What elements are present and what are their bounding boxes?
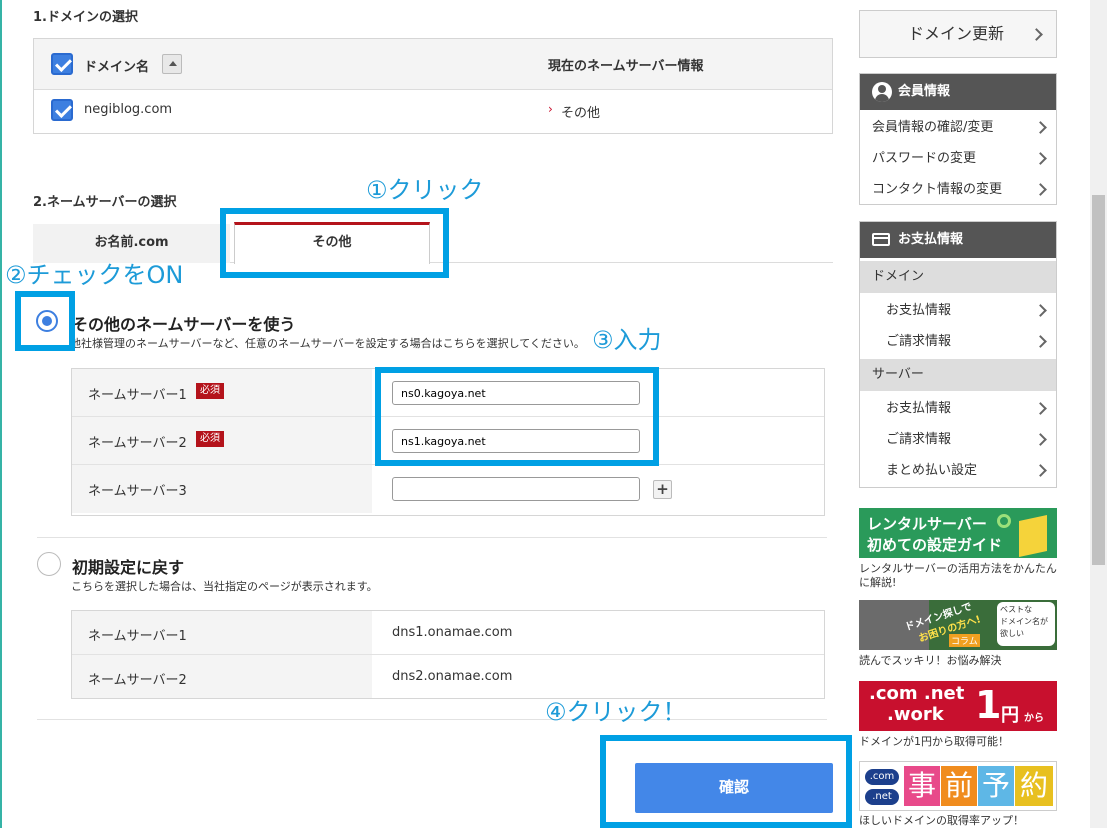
chevron-right-icon [1034,304,1047,317]
renew-label: ドメイン更新 [908,24,1005,43]
banner-caption-4: ほしいドメインの取得率アップ！ [859,814,1024,827]
chevron-right-icon [1034,152,1047,165]
chevron-right-icon [1034,433,1047,446]
chevron-right-icon [1034,335,1047,348]
default-ns2-value: dns2.onamae.com [392,669,513,684]
required-badge: 必須 [196,383,224,399]
add-ns-button[interactable]: + [653,480,672,499]
user-icon [872,82,892,102]
domain-section-title: 1.ドメインの選択 [33,10,138,25]
select-all-checkbox[interactable] [51,53,73,75]
pay-cat-domain: ドメイン [860,261,1056,293]
sort-button[interactable] [162,54,182,74]
domain-row-ns[interactable]: その他 [561,102,600,121]
annotation-4: ④クリック！ [545,698,687,726]
chevron-right-icon [1034,464,1047,477]
ns3-label: ネームサーバー3 [88,484,187,499]
member-header: 会員情報 [860,74,1056,110]
chevron-right-icon [1034,402,1047,415]
banner-caption-1: レンタルサーバーの活用方法をかんたんに解説! [859,562,1057,589]
divider [37,719,827,720]
chevron-right-icon [1034,121,1047,134]
row-arrow-icon: › [548,102,553,116]
annotation-2: ②チェックをON [5,261,184,289]
default-ns-table: ネームサーバー1 dns1.onamae.com ネームサーバー2 dns2.o… [71,610,825,699]
ns1-label: ネームサーバー1 [88,388,187,403]
ns-row-3: ネームサーバー3 + [72,465,824,513]
card-icon [872,233,890,246]
page: 1.ドメインの選択 ドメイン名 現在のネームサーバー情報 negiblog.co… [0,0,1107,828]
member-item-info[interactable]: 会員情報の確認/変更 [860,112,1056,143]
default-ns-row-1: ネームサーバー1 dns1.onamae.com [72,611,824,655]
payment-box: お支払情報 ドメイン お支払情報 ご請求情報 サーバー お支払情報 ご請求情報 … [859,221,1057,488]
server-billing-info[interactable]: ご請求情報 [860,424,1056,455]
server-pay-info[interactable]: お支払情報 [860,393,1056,424]
highlight-radio [15,291,75,351]
col-domain-name: ドメイン名 [84,60,150,75]
domain-renew-button[interactable]: ドメイン更新 [859,10,1057,58]
option-other-title[interactable]: その他のネームサーバーを使う [72,311,295,335]
highlight-tab [220,208,449,278]
gear-icon [997,514,1011,528]
highlight-inputs [375,367,659,466]
domain-pay-info[interactable]: お支払情報 [860,295,1056,326]
banner-server-guide[interactable]: レンタルサーバー 初めての設定ガイド [859,508,1057,558]
banner-1yen[interactable]: .com .net .work 1 円 から [859,681,1057,731]
member-item-password[interactable]: パスワードの変更 [860,143,1056,174]
note-bubble: ベストな ドメイン名が 欲しい [997,602,1055,646]
scrollbar-thumb[interactable] [1092,195,1105,565]
chevron-right-icon [1034,183,1047,196]
domain-row-name: negiblog.com [84,102,173,117]
option-default-title[interactable]: 初期設定に戻す [72,554,184,578]
banner-preorder[interactable]: .com .net 事 前 予 約 [859,761,1057,811]
domain-row-checkbox[interactable] [51,99,73,121]
required-badge: 必須 [196,431,224,447]
option-default-desc: こちらを選択した場合は、当社指定のページが表示されます。 [71,580,378,593]
server-bulk-pay[interactable]: まとめ払い設定 [860,455,1056,486]
default-ns1-value: dns1.onamae.com [392,625,513,640]
domain-billing-info[interactable]: ご請求情報 [860,326,1056,357]
banner-caption-3: ドメインが1円から取得可能！ [859,735,1009,748]
divider [37,537,827,538]
banner-caption-2: 読んでスッキリ！お悩み解決 [859,654,1002,667]
ns2-label: ネームサーバー2 [88,436,187,451]
default-ns1-label: ネームサーバー1 [88,629,187,644]
domain-table: ドメイン名 現在のネームサーバー情報 negiblog.com › その他 [33,38,833,134]
member-item-contact[interactable]: コンタクト情報の変更 [860,174,1056,205]
annotation-3: ③入力 [592,326,662,354]
member-box: 会員情報 会員情報の確認/変更 パスワードの変更 コンタクト情報の変更 [859,73,1057,205]
ns3-input[interactable] [392,477,640,501]
beginner-mark-icon [1019,515,1047,557]
default-ns-row-2: ネームサーバー2 dns2.onamae.com [72,655,824,698]
pay-cat-server: サーバー [860,359,1056,391]
chevron-right-icon [1030,28,1043,41]
ns-section-title: 2.ネームサーバーの選択 [33,195,177,210]
domain-table-header: ドメイン名 現在のネームサーバー情報 [34,39,832,90]
payment-header: お支払情報 [860,222,1056,258]
col-current-ns: 現在のネームサーバー情報 [548,59,704,74]
banner-column[interactable]: ドメイン探しで お困りの方へ! コラム ベストな ドメイン名が 欲しい [859,600,1057,650]
default-ns2-label: ネームサーバー2 [88,673,187,688]
annotation-1: ①クリック [366,176,484,204]
main-content: 1.ドメインの選択 ドメイン名 現在のネームサーバー情報 negiblog.co… [0,0,852,828]
option-other-desc: 他社様管理のネームサーバーなど、任意のネームサーバーを設定する場合はこちらを選択… [70,337,585,350]
highlight-confirm [600,735,852,828]
radio-default-ns[interactable] [37,552,61,576]
